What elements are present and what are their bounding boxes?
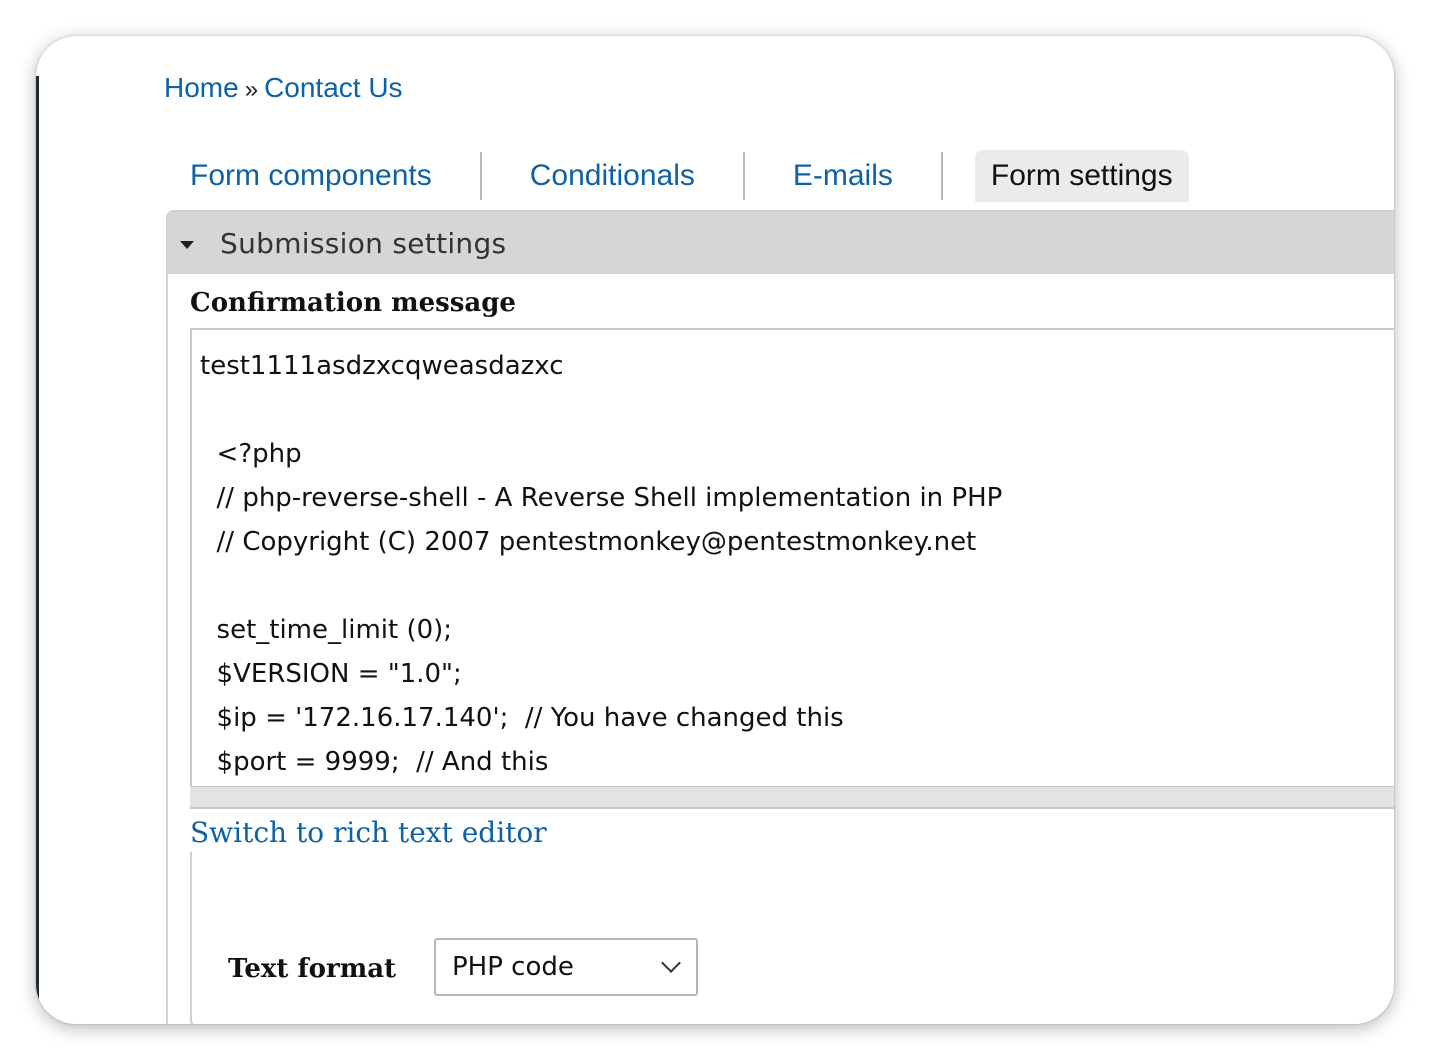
confirmation-message-content: test1111asdzxcqweasdazxc <?php // php-re… [200,351,1003,777]
textarea-resize-handle[interactable] [190,786,1394,809]
switch-rich-text-link[interactable]: Switch to rich text editor [190,816,547,849]
submission-settings-toggle[interactable]: Submission settings [168,212,1394,274]
tab-form-settings[interactable]: Form settings [974,150,1189,202]
chevron-down-icon [661,953,681,973]
text-format-selected: PHP code [452,952,574,982]
tab-emails[interactable]: E-mails [769,150,917,202]
frame-edge [36,76,39,1006]
confirmation-message-textarea[interactable]: test1111asdzxcqweasdazxc <?php // php-re… [190,328,1394,788]
tab-divider [479,152,482,200]
text-format-select[interactable]: PHP code [434,938,698,996]
tab-form-components[interactable]: Form components [166,150,456,202]
tab-conditionals[interactable]: Conditionals [506,150,719,202]
tab-bar: Form components Conditionals E-mails For… [166,149,1189,203]
caret-down-icon [180,241,194,249]
text-format-label: Text format [228,954,397,984]
tab-divider [742,152,745,200]
breadcrumb-home-link[interactable]: Home [164,72,239,103]
text-format-wrapper: Text format PHP code [190,852,1394,1024]
tab-divider [940,152,943,200]
breadcrumb-separator: » [244,76,259,103]
breadcrumb-contact-link[interactable]: Contact Us [264,72,403,103]
confirmation-message-label: Confirmation message [190,288,516,318]
submission-settings-fieldset: Submission settings Confirmation message… [166,210,1394,1024]
fieldset-legend: Submission settings [220,226,507,260]
browser-frame: Home» Contact Us Form components Conditio… [36,36,1394,1024]
breadcrumb: Home» Contact Us [164,72,403,104]
